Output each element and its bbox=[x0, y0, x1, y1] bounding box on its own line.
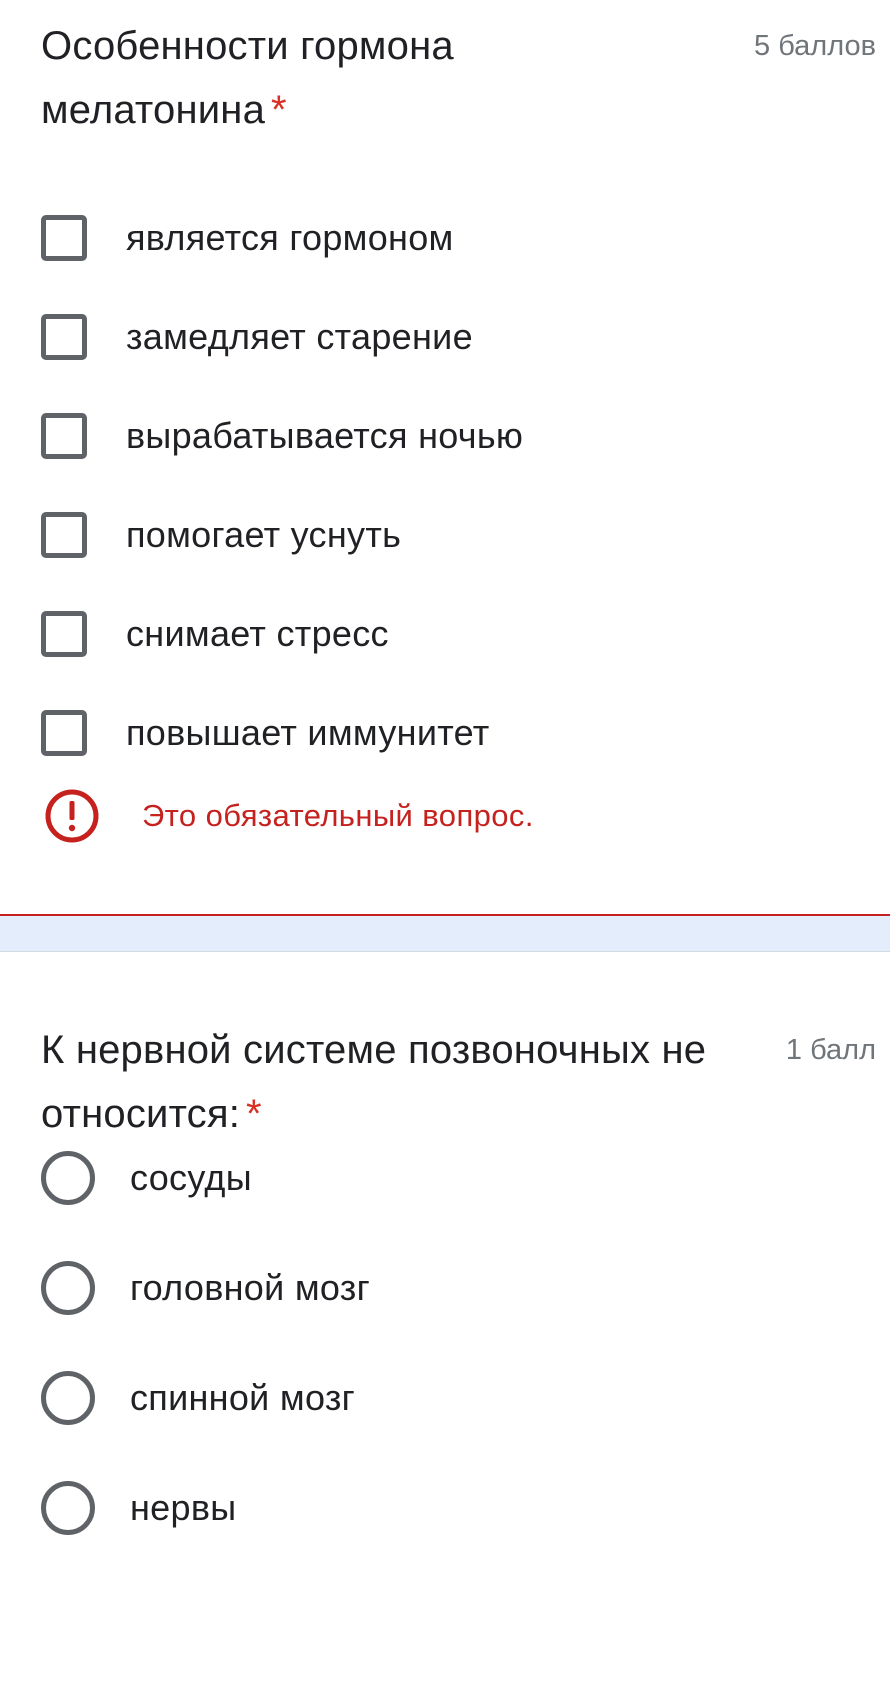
question-title-text: Особенности гормона мелатонина bbox=[41, 24, 454, 132]
option-label: замедляет старение bbox=[126, 316, 473, 357]
question-title: К нервной системе позвоночных не относит… bbox=[41, 1018, 741, 1146]
radio-option[interactable]: сосуды bbox=[41, 1150, 252, 1206]
option-label: нервы bbox=[130, 1487, 237, 1528]
checkbox-option[interactable]: помогает уснуть bbox=[41, 507, 401, 563]
radio-button[interactable] bbox=[41, 1151, 95, 1205]
exclamation-circle-icon bbox=[45, 789, 99, 843]
checkbox[interactable] bbox=[41, 215, 87, 261]
required-asterisk: * bbox=[271, 88, 287, 132]
error-message: Это обязательный вопрос. bbox=[142, 798, 534, 833]
question-card-melatonin: Особенности гормона мелатонина * 5 баллов… bbox=[0, 0, 890, 916]
checkbox[interactable] bbox=[41, 413, 87, 459]
option-label: спинной мозг bbox=[130, 1377, 356, 1418]
option-label: повышает иммунитет bbox=[126, 712, 490, 753]
option-label: является гормоном bbox=[126, 217, 454, 258]
option-label: вырабатывается ночью bbox=[126, 415, 524, 456]
checkbox[interactable] bbox=[41, 314, 87, 360]
required-asterisk: * bbox=[246, 1092, 262, 1136]
question-card-nervous-system: К нервной системе позвоночных не относит… bbox=[0, 952, 890, 1686]
radio-button[interactable] bbox=[41, 1261, 95, 1315]
option-label: головной мозг bbox=[130, 1267, 371, 1308]
question-title: Особенности гормона мелатонина * bbox=[41, 14, 681, 142]
question-points: 1 балл bbox=[785, 1034, 876, 1066]
checkbox[interactable] bbox=[41, 710, 87, 756]
checkbox-option[interactable]: вырабатывается ночью bbox=[41, 408, 523, 464]
checkbox[interactable] bbox=[41, 611, 87, 657]
required-error: Это обязательный вопрос. bbox=[44, 788, 534, 844]
option-label: помогает уснуть bbox=[126, 514, 402, 555]
radio-option[interactable]: нервы bbox=[41, 1480, 236, 1536]
option-label: снимает стресс bbox=[126, 613, 389, 654]
checkbox[interactable] bbox=[41, 512, 87, 558]
radio-button[interactable] bbox=[41, 1481, 95, 1535]
checkbox-option[interactable]: снимает стресс bbox=[41, 606, 389, 662]
card-separator bbox=[0, 916, 890, 952]
question-title-text: К нервной системе позвоночных не относит… bbox=[41, 1028, 707, 1136]
checkbox-option[interactable]: повышает иммунитет bbox=[41, 705, 490, 761]
question-points: 5 баллов bbox=[754, 30, 876, 62]
radio-option[interactable]: головной мозг bbox=[41, 1260, 370, 1316]
checkbox-option[interactable]: замедляет старение bbox=[41, 309, 473, 365]
checkbox-option[interactable]: является гормоном bbox=[41, 210, 454, 266]
radio-button[interactable] bbox=[41, 1371, 95, 1425]
radio-option[interactable]: спинной мозг bbox=[41, 1370, 355, 1426]
option-label: сосуды bbox=[130, 1157, 252, 1198]
